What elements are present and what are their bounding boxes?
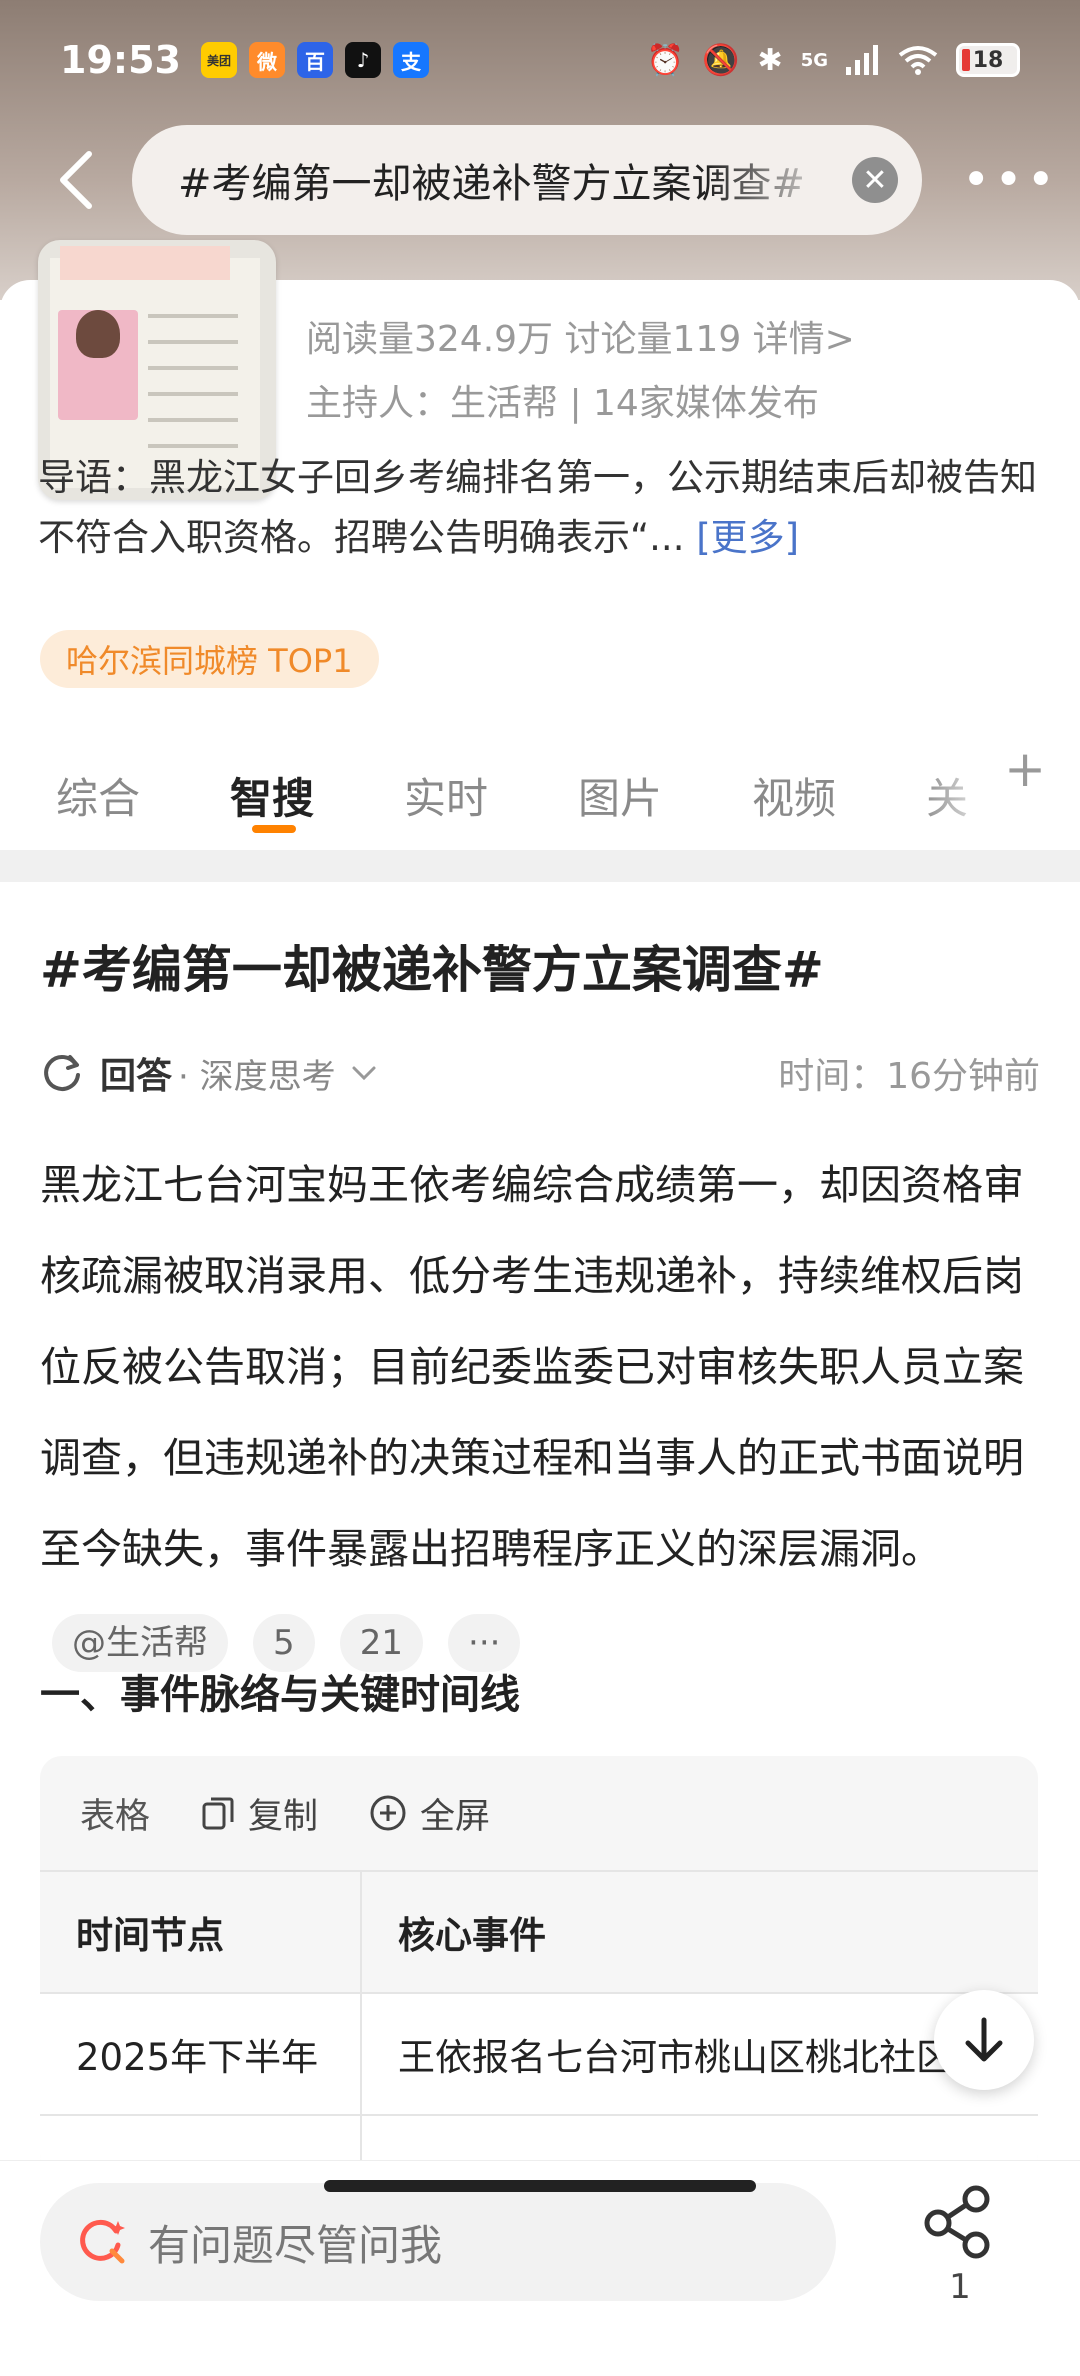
tab-1[interactable]: 智搜 [230,765,348,833]
table-cell: 2025年下半年 [40,1994,362,2114]
alarm-icon: ⏰ [646,42,685,78]
share-icon [924,2185,990,2259]
bluetooth-icon: ✱ [757,42,783,78]
share-button[interactable]: 1 [918,2183,1002,2307]
section-heading: 一、事件脉络与关键时间线 [40,1672,520,1718]
answer-body: 黑龙江七台河宝妈王依考编综合成绩第一，却因资格审核疏漏被取消录用、低分考生违规递… [40,1140,1044,1686]
copy-icon [202,1797,234,1830]
battery-icon: 18 [956,43,1020,77]
section-divider [0,850,1080,882]
table-header-cell: 核心事件 [398,1914,546,1957]
table-label: 表格 [80,1796,151,1837]
topic-intro-text: 导语：黑龙江女子回乡考编排名第一，公示期结束后却被告知不符合入职资格。招聘公告明… [38,456,1037,559]
intro-more-link[interactable]: [更多] [696,516,799,559]
rank-badge[interactable]: 哈尔滨同城榜 TOP1 [40,630,379,688]
signal-icon: 5G [800,49,828,71]
table-toolbar: 表格 复制 全屏 [40,1756,1038,1870]
deep-think-mode[interactable]: · 深度思考 [178,1049,336,1098]
status-app-icons: 美团微百 ♪ 支 [200,42,441,78]
tab-bar: 综合智搜实时图片视频关 + [0,740,1080,850]
chevron-down-icon[interactable] [346,1055,382,1091]
thumbnail-text-lines [148,314,238,454]
status-time: 19:53 [60,38,181,82]
answer-time: 时间：16分钟前 [778,1056,1040,1097]
fullscreen-label: 全屏 [420,1796,491,1837]
mute-icon: 🔕 [702,42,740,78]
tab-label: 综合 [56,773,141,823]
fullscreen-button[interactable]: 全屏 [368,1788,490,1839]
meituan-icon: 美团 [200,42,237,78]
chevron-left-icon [60,151,92,209]
refresh-icon[interactable] [40,1051,84,1095]
table-header-cell: 时间节点 [40,1872,362,1992]
tab-label: 图片 [578,773,663,823]
copy-label: 复制 [248,1796,319,1837]
tab-label: 智搜 [230,773,315,823]
topic-host: 主持人：生活帮 | 14家媒体发布 [306,383,819,424]
share-count: 1 [949,2267,971,2307]
bottom-bar: 有问题尽管问我 1 [0,2160,1080,2376]
weibo-icon: 微 [248,42,285,78]
baidu-icon: 百 [296,42,333,78]
thumbnail-face [76,310,120,358]
add-tab-button[interactable]: + [1004,740,1046,798]
close-icon: ✕ [862,162,888,198]
tab-3[interactable]: 图片 [578,765,696,826]
cell-signal-icon [846,45,878,75]
status-bar: 19:53 美团微百 ♪ 支 ⏰ 🔕 ✱ 5G 18 [0,0,1080,120]
wifi-icon [898,46,938,75]
search-input[interactable]: #考编第一却被递补警方立案调查# ✕ [132,125,922,235]
tab-active-indicator [252,824,296,833]
alipay-icon: 支 [392,42,429,78]
battery-level: 18 [972,47,1004,73]
answer-label: 回答 [100,1056,173,1097]
copy-button[interactable]: 复制 [200,1788,318,1839]
timeline-table: 表格 复制 全屏 时间节点 核心事件 2025年下半年 王依报名七台河市桃山区桃… [40,1756,1038,2176]
more-options-button[interactable]: ••• [962,152,1059,208]
status-right: ⏰ 🔕 ✱ 5G 18 [647,43,1020,78]
tab-4[interactable]: 视频 [752,765,870,826]
douyin-icon: ♪ [344,42,381,78]
thumbnail-banner [60,246,230,280]
ask-placeholder: 有问题尽管问我 [148,2220,443,2270]
clear-search-button[interactable]: ✕ [852,157,898,203]
search-query: #考编第一却被递补警方立案调查# [178,161,806,207]
table-header-row: 时间节点 核心事件 [40,1870,1038,1992]
search-header: #考编第一却被递补警方立案调查# ✕ ••• [0,120,1080,240]
arrow-down-icon [965,2017,1003,2062]
tab-0[interactable]: 综合 [56,765,174,826]
ai-search-icon [80,2219,125,2264]
topic-intro: 导语：黑龙江女子回乡考编排名第一，公示期结束后却被告知不符合入职资格。招聘公告明… [38,448,1048,568]
tab-label: 视频 [752,773,837,823]
tab-2[interactable]: 实时 [404,765,522,826]
home-indicator[interactable] [324,2180,756,2192]
back-button[interactable] [30,130,120,230]
ask-input[interactable]: 有问题尽管问我 [40,2183,836,2301]
answer-title: #考编第一却被递补警方立案调查# [40,941,824,999]
answer-meta: 回答 · 深度思考 时间：16分钟前 [40,1045,1040,1101]
table-row: 2025年下半年 王依报名七台河市桃山区桃北社区 [40,1992,1038,2114]
scroll-down-button[interactable] [934,1990,1034,2090]
zoom-in-icon [370,1795,406,1831]
topic-stats[interactable]: 阅读量324.9万 讨论量119 详情> [306,310,855,362]
tab-label: 实时 [404,773,489,823]
tabs-fade [920,740,1000,850]
answer-text: 黑龙江七台河宝妈王依考编综合成绩第一，却因资格审核疏漏被取消录用、低分考生违规递… [40,1161,1024,1573]
